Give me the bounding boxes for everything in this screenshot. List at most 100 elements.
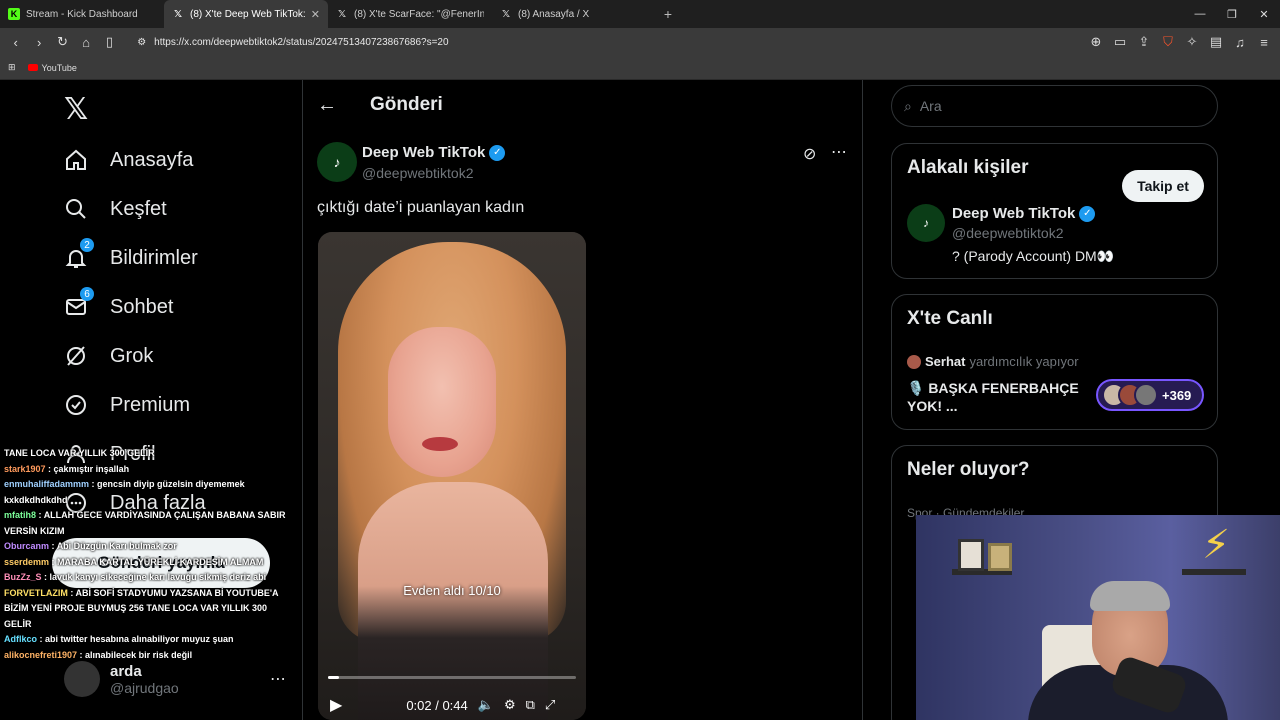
chat-message: mfatih8 : ALLAH GECE VARDİYASINDA ÇALIŞA… [0,508,290,539]
author-name[interactable]: Deep Web TikTok ✓ [362,144,506,161]
url-text: https://x.com/deepwebtiktok2/status/2024… [154,36,449,48]
search-icon: ⌕ [904,97,912,114]
related-name[interactable]: Deep Web TikTok ✓ [952,205,1096,222]
menu-icon[interactable]: ≡ [1254,32,1274,52]
home-icon [62,146,90,174]
nav-chat[interactable]: 6 Sohbet [62,287,174,321]
nav-grok[interactable]: Grok [62,342,153,370]
nav-label: Premium [110,393,191,416]
webcam-overlay: ⚡ [916,515,1280,720]
chat-text: alınabilecek bir risk değil [85,649,193,660]
grok-icon[interactable]: ⊘ [803,144,816,164]
chat-username[interactable]: stark1907 [4,464,46,474]
author-avatar[interactable]: ♪ [317,142,357,182]
host-name: Serhat [925,354,966,369]
back-arrow-icon[interactable]: ← [317,94,337,117]
chat-username[interactable]: Adflkco [4,634,37,644]
x-logo-icon[interactable]: 𝕏 [64,92,88,127]
chat-message: FORVETLAZIM : ABİ SOFİ STADYUMU YAZSANA … [0,586,290,633]
close-window-icon[interactable]: ✕ [1248,0,1280,28]
related-avatar[interactable]: ♪ [907,204,945,242]
play-icon[interactable]: ▶ [330,695,342,715]
chat-username[interactable]: FORVETLAZIM [4,588,68,598]
card-title: X'te Canlı [907,308,993,329]
video-time: 0:02 / 0:44 [406,697,468,713]
listener-avatar [1134,383,1158,407]
sidebar-icon[interactable]: ▤ [1206,32,1226,52]
cast-icon[interactable]: ▭ [1110,32,1130,52]
video-player[interactable]: Evden aldı 10/10 ▶ 0:02 / 0:44 🔈 ⚙ ⧉ ⤢ [318,232,586,720]
chat-username[interactable]: Oburcanm [4,541,49,551]
divider [862,80,863,720]
bookmarks-bar: ⊞ YouTube [0,56,1280,80]
live-host[interactable]: Serhat yardımcılık yapıyor [907,354,1079,369]
chat-message: stark1907 : çakmıştır inşallah [0,462,290,478]
brave-shield-icon[interactable]: ⛉ [1158,32,1178,52]
home-icon[interactable]: ⌂ [76,32,95,52]
tab-title: Stream - Kick Dashboard [26,8,138,20]
pip-icon[interactable]: ⧉ [526,697,535,713]
zoom-icon[interactable]: ⊕ [1086,32,1106,52]
space-title[interactable]: 🎙️ BAŞKA FENERBAHÇE YOK! ... [907,379,1087,415]
reload-icon[interactable]: ↻ [53,32,72,52]
nav-label: Sohbet [110,295,174,318]
apps-grid-icon[interactable]: ⊞ [8,62,16,73]
message-badge: 6 [80,287,94,301]
share-icon[interactable]: ⇪ [1134,32,1154,52]
address-bar[interactable]: ⚙ https://x.com/deepwebtiktok2/status/20… [129,31,1082,53]
chat-username[interactable]: alikocnefreti1907 [4,650,77,660]
nav-premium[interactable]: Premium [62,391,190,419]
streamer-hair [1090,581,1170,611]
volume-icon[interactable]: 🔈 [478,697,494,713]
back-icon[interactable]: ‹ [6,32,25,52]
site-info-icon[interactable]: ⚙ [137,37,146,48]
settings-icon[interactable]: ⚙ [504,697,516,713]
premium-icon [62,391,90,419]
chat-separator: : [37,634,46,644]
chat-username[interactable]: enmuhaliffadammm [4,479,89,489]
related-handle[interactable]: @deepwebtiktok2 [952,225,1064,241]
tab-x-home[interactable]: 𝕏 (8) Anasayfa / X [492,0,656,28]
window-controls: — ❐ ✕ [1184,0,1280,28]
card-title: Alakalı kişiler [907,157,1029,178]
tab-x-scarface[interactable]: 𝕏 (8) X'te ScarFace: "@FenerInstant ? K [328,0,492,28]
author-name-text: Deep Web TikTok [362,144,486,161]
minimize-icon[interactable]: — [1184,0,1216,28]
live-card: X'te Canlı Serhat yardımcılık yapıyor 🎙️… [891,294,1218,430]
forward-icon[interactable]: › [29,32,48,52]
bookmark-label: YouTube [41,62,77,73]
chat-username[interactable]: sserdemm [4,557,49,567]
follow-button[interactable]: Takip et [1122,170,1204,202]
nav-notifications[interactable]: 2 Bildirimler [62,238,198,272]
more-options-icon[interactable]: ⋯ [831,142,847,162]
new-tab-button[interactable]: + [656,6,680,22]
fullscreen-icon[interactable]: ⤢ [545,697,555,713]
grok-icon [62,342,90,370]
extensions-icon[interactable]: ✧ [1182,32,1202,52]
bookmark-icon[interactable]: ▯ [100,32,119,52]
chat-separator: : [36,510,44,520]
nav-explore[interactable]: Keşfet [62,195,167,223]
author-handle[interactable]: @deepwebtiktok2 [362,165,474,181]
close-tab-icon[interactable]: ✕ [311,8,320,21]
maximize-icon[interactable]: ❐ [1216,0,1248,28]
listeners-pill[interactable]: +369 [1096,379,1204,411]
nav-home[interactable]: Anasayfa [62,146,193,174]
page-title: Gönderi [370,94,443,115]
search-input[interactable]: ⌕ Ara [891,85,1218,127]
related-name-text: Deep Web TikTok [952,205,1076,222]
video-progress-bar[interactable] [328,676,576,679]
chat-text: abi twitter hesabına alınabiliyor muyuz … [45,634,234,644]
media-icon[interactable]: ♫ [1230,32,1250,52]
x-icon: 𝕏 [501,8,511,20]
chat-username[interactable]: BuzZz_S [4,572,42,582]
chat-separator: : [45,463,54,474]
tab-kick[interactable]: K Stream - Kick Dashboard [0,0,164,28]
chat-message: enmuhaliffadammm : gencsin diyip güzelsi… [0,477,290,508]
browser-navbar: ‹ › ↻ ⌂ ▯ ⚙ https://x.com/deepwebtiktok2… [0,28,1280,56]
tab-x-post[interactable]: 𝕏 (8) X'te Deep Web TikTok: "çıktığ ✕ [164,0,328,28]
picture-frame [988,543,1012,571]
related-bio: ? (Parody Account) DM👀 [952,248,1115,264]
chat-username[interactable]: mfatih8 [4,510,36,520]
bookmark-youtube[interactable]: YouTube [27,62,77,73]
